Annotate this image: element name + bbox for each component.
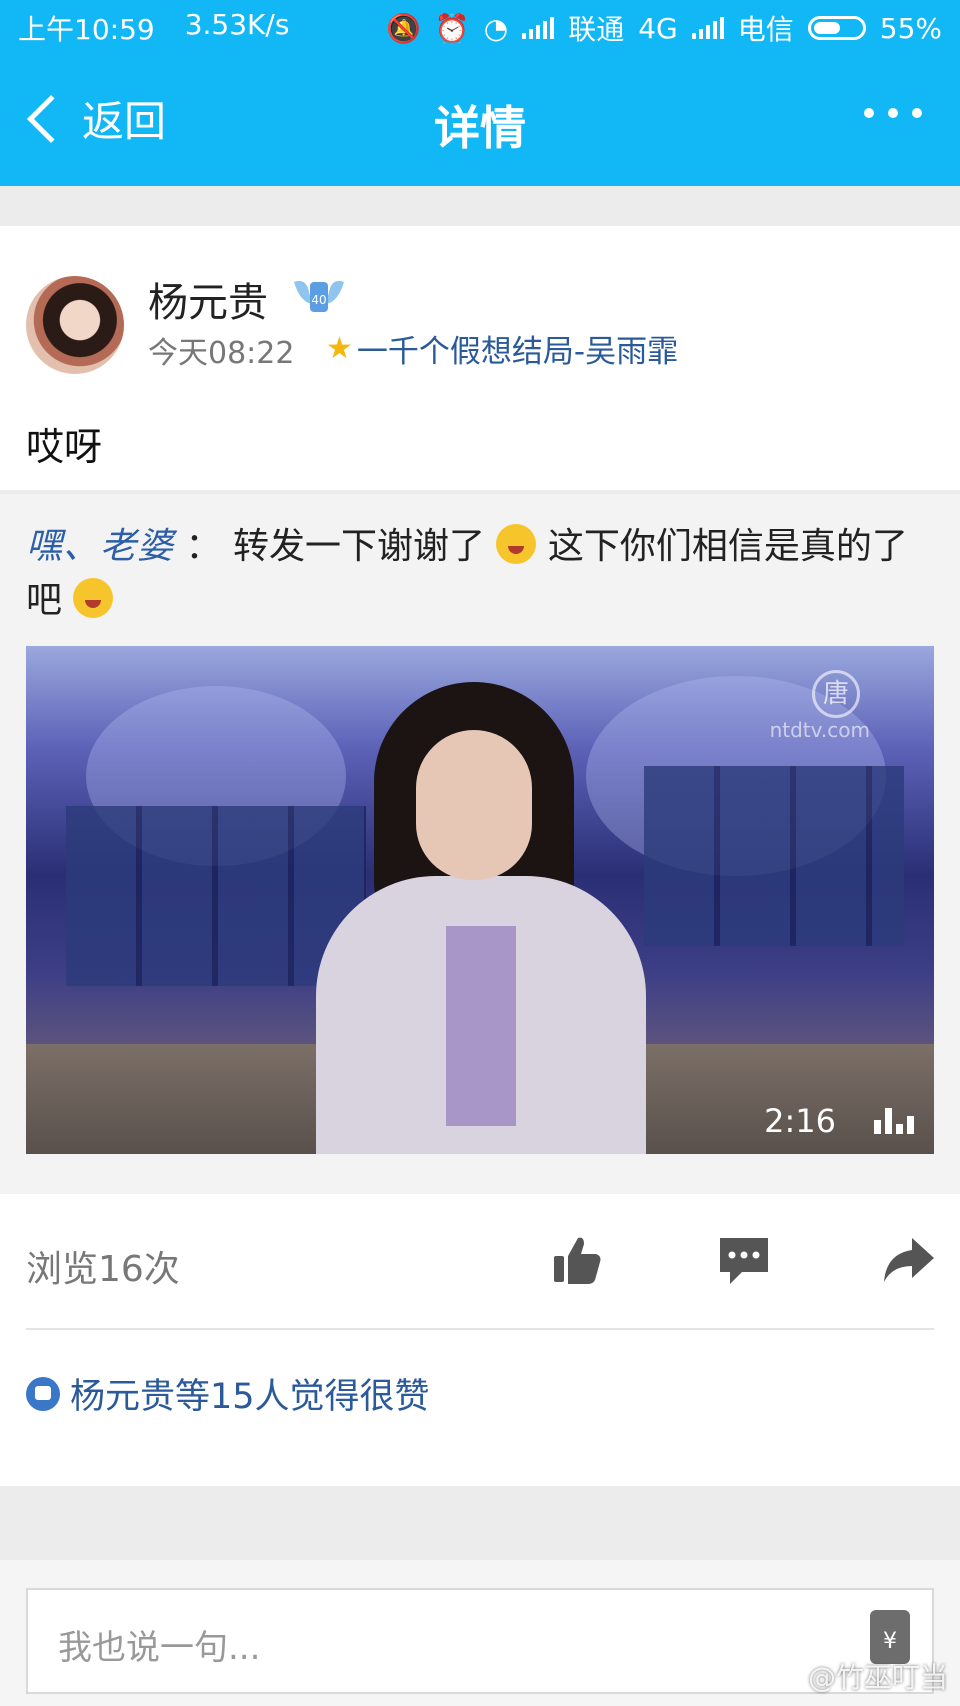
alarm-icon: ⏰ (434, 11, 470, 45)
grin-emoji-icon (73, 578, 114, 618)
status-time: 上午10:59 (18, 13, 155, 46)
comment-input[interactable]: 我也说一句... (26, 1588, 934, 1694)
vip-badge-icon: 40 (294, 280, 344, 312)
carrier-1: 联通 (568, 13, 625, 46)
forwarded-text: 嘿、老婆 ： 转发一下谢谢了 这下你们相信是真的了吧 (26, 520, 926, 628)
carrier-2: 电信 (737, 13, 794, 46)
stats-section: 浏览16次 杨元贵等15人觉得很赞 (0, 1194, 960, 1486)
video-duration: 2:16 (764, 1102, 836, 1140)
more-button[interactable] (864, 108, 922, 118)
avatar[interactable] (26, 276, 124, 374)
svg-text:40: 40 (311, 293, 326, 307)
view-count: 浏览16次 (26, 1249, 180, 1290)
post-card: 杨元贵 40 今天08:22 ★ 一千个假想结局-吴雨霏 哎呀 (0, 226, 960, 490)
battery-level: 55% (879, 11, 942, 45)
forward-text-1: 转发一下谢谢了 (232, 526, 485, 567)
divider (26, 1328, 934, 1330)
status-bar: 上午10:59 3.53K/s 🔕 ⏰ ◔ 联通 4G 电信 55% (0, 0, 960, 56)
share-button[interactable] (880, 1232, 936, 1288)
likes-text: 杨元贵等15人觉得很赞 (70, 1377, 430, 1417)
channel-watermark: ntdtv.com (769, 718, 870, 742)
like-button[interactable] (548, 1232, 604, 1288)
studio-screens (644, 766, 904, 946)
battery-icon (807, 16, 866, 40)
wink-emoji-icon (496, 524, 537, 564)
author-name[interactable]: 杨元贵 (148, 270, 268, 328)
music-star-icon: ★ (326, 331, 353, 366)
likes-summary[interactable]: 杨元贵等15人觉得很赞 (26, 1368, 430, 1419)
video-thumbnail[interactable]: 唐 ntdtv.com 2:16 (26, 646, 934, 1154)
image-watermark: @竹巫叮当 (807, 1661, 948, 1694)
forwarded-post[interactable]: 嘿、老婆 ： 转发一下谢谢了 这下你们相信是真的了吧 唐 ntdtv.com 2… (0, 494, 960, 1194)
page-title: 详情 (434, 101, 526, 155)
more-icon (864, 108, 874, 118)
source-text: 一千个假想结局-吴雨霏 (356, 334, 679, 370)
signal-icon-2 (691, 17, 724, 39)
wifi-icon: ◔ (483, 11, 509, 45)
network-type: 4G (638, 11, 678, 45)
forward-separator: ： (185, 526, 222, 567)
signal-icon (522, 17, 555, 39)
post-time: 今天08:22 (148, 336, 295, 371)
anchor-face (416, 730, 532, 880)
post-text: 哎呀 (26, 425, 103, 469)
channel-logo: 唐 (812, 670, 860, 718)
video-bars-icon (874, 1108, 914, 1134)
nav-bar: 返回 详情 (0, 56, 960, 186)
network-speed: 3.53K/s (184, 8, 290, 41)
comment-button[interactable] (716, 1232, 772, 1288)
comment-bar: 我也说一句... ¥ @竹巫叮当 (0, 1560, 960, 1706)
source-link[interactable]: ★ 一千个假想结局-吴雨霏 (326, 326, 678, 371)
anchor-shirt (446, 926, 516, 1126)
thumbs-up-icon (26, 1376, 60, 1411)
forward-author[interactable]: 嘿、老婆 (26, 526, 174, 567)
mute-icon: 🔕 (386, 11, 421, 45)
